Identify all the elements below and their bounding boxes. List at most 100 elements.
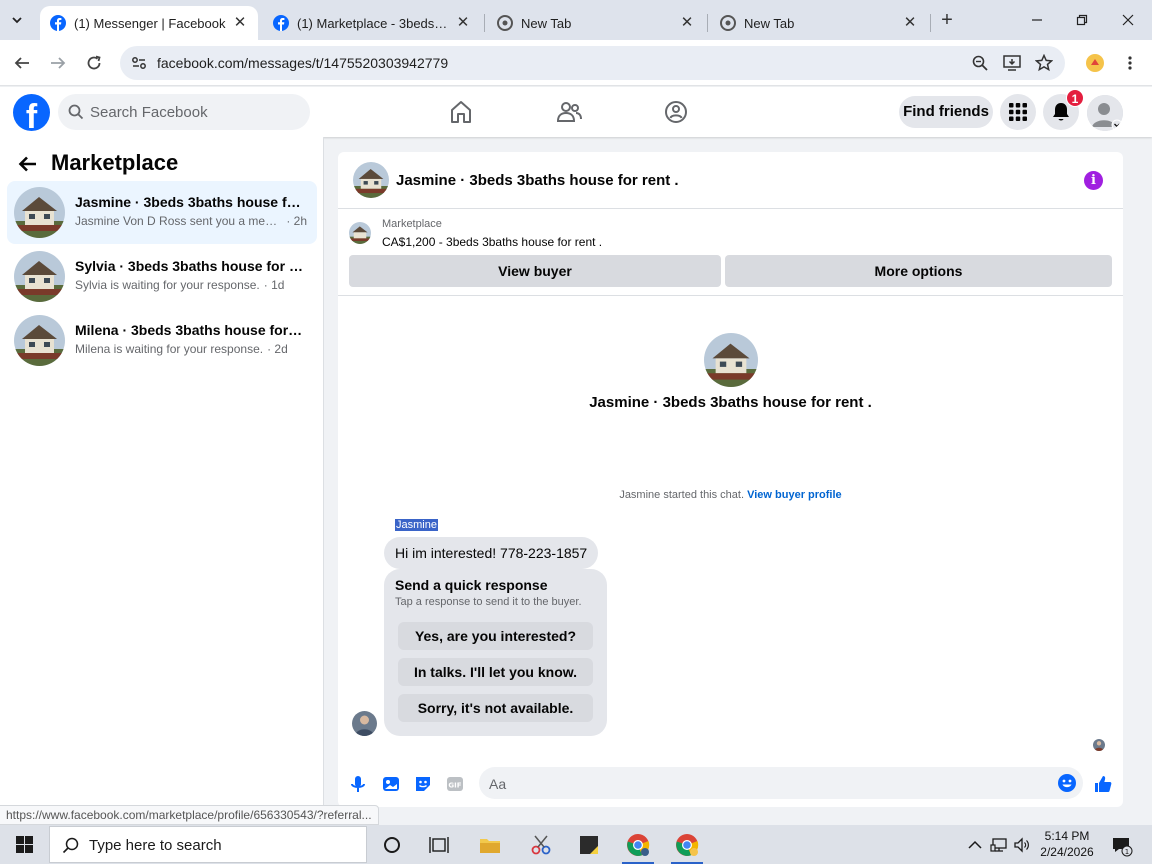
- message-input[interactable]: Aa: [479, 767, 1083, 799]
- cortana-button[interactable]: [372, 829, 412, 860]
- bookmark-star-icon[interactable]: [1034, 53, 1054, 73]
- chat-title[interactable]: Jasmine · 3beds 3baths house for rent .: [396, 172, 679, 189]
- tab-new-tab-2[interactable]: New Tab ✕: [710, 6, 928, 40]
- windows-taskbar: Type here to search 5:14 PM 2/24/2026 1: [0, 825, 1152, 864]
- zoom-icon[interactable]: [970, 53, 990, 73]
- task-view-icon: [429, 836, 449, 853]
- browser-tab-strip: (1) Messenger | Facebook ✕ (1) Marketpla…: [0, 0, 1152, 40]
- listing-thumbnail: [14, 251, 65, 302]
- conversation-name: Milena · 3beds 3baths house for rent .: [75, 322, 305, 338]
- back-arrow-icon[interactable]: [17, 153, 39, 175]
- address-bar[interactable]: facebook.com/messages/t/1475520303942779: [120, 46, 1065, 80]
- minimize-icon[interactable]: [1022, 8, 1052, 32]
- find-friends-button[interactable]: Find friends: [899, 96, 993, 128]
- close-tab-icon[interactable]: ✕: [902, 15, 918, 31]
- site-settings-icon[interactable]: [130, 54, 148, 72]
- restore-icon[interactable]: [1067, 8, 1097, 32]
- quick-response-title: Send a quick response: [395, 577, 548, 593]
- action-center-icon[interactable]: 1: [1111, 835, 1133, 857]
- reload-icon[interactable]: [82, 51, 106, 75]
- chevron-up-icon[interactable]: [966, 836, 984, 854]
- photo-icon[interactable]: [381, 774, 401, 794]
- tab-messenger[interactable]: (1) Messenger | Facebook ✕: [40, 6, 258, 40]
- friends-icon[interactable]: [556, 99, 582, 125]
- facebook-icon: [50, 15, 66, 31]
- chat-intro-title: Jasmine · 3beds 3baths house for rent .: [589, 394, 872, 411]
- chat-panel: Jasmine · 3beds 3baths house for rent . …: [338, 152, 1123, 807]
- listing-thumbnail-small[interactable]: [349, 222, 371, 244]
- facebook-logo[interactable]: f: [13, 94, 50, 131]
- chrome-profile-app-running[interactable]: [667, 829, 707, 864]
- chat-header: Jasmine · 3beds 3baths house for rent . …: [338, 152, 1123, 209]
- extension-icon[interactable]: [1083, 51, 1107, 75]
- conversation-item[interactable]: Milena · 3beds 3baths house for rent . M…: [7, 309, 317, 372]
- view-buyer-button[interactable]: View buyer: [349, 255, 721, 287]
- svg-text:1: 1: [1125, 848, 1129, 856]
- emoji-icon[interactable]: [1057, 773, 1077, 793]
- quick-reply-button[interactable]: Sorry, it's not available.: [398, 694, 593, 722]
- system-clock[interactable]: 5:14 PM 2/24/2026: [1031, 828, 1103, 860]
- thumbs-up-icon[interactable]: [1093, 774, 1113, 794]
- facebook-header: f Search Facebook Find friends 1: [0, 87, 1152, 137]
- house-photo-icon: [14, 187, 65, 238]
- tab-marketplace[interactable]: (1) Marketplace - 3beds 3baths ✕: [263, 6, 481, 40]
- marketplace-conversation-list: Marketplace Jasmine · 3beds 3baths house…: [0, 137, 324, 827]
- listing-price-title[interactable]: CA$1,200 - 3beds 3baths house for rent .: [382, 235, 602, 249]
- close-tab-icon[interactable]: ✕: [232, 15, 248, 31]
- tab-search-button[interactable]: [5, 8, 28, 31]
- view-buyer-profile-link[interactable]: View buyer profile: [747, 489, 842, 501]
- chrome-app-running[interactable]: [618, 829, 658, 864]
- preview-text: Milena is waiting for your response.: [75, 342, 264, 356]
- page-title: Marketplace: [51, 150, 179, 175]
- conversation-item[interactable]: Sylvia · 3beds 3baths house for rent . S…: [7, 245, 317, 308]
- clock-time: 5:14 PM: [1044, 829, 1090, 843]
- chrome-icon: [720, 15, 736, 31]
- network-icon[interactable]: [990, 836, 1008, 854]
- quick-reply-button[interactable]: In talks. I'll let you know.: [398, 658, 593, 686]
- conversation-item[interactable]: Jasmine · 3beds 3baths house for rent . …: [7, 181, 317, 244]
- scissors-icon: [531, 835, 551, 854]
- windows-start-button[interactable]: [0, 825, 48, 864]
- install-app-icon[interactable]: [1002, 53, 1022, 73]
- close-tab-icon[interactable]: ✕: [679, 15, 695, 31]
- gif-icon[interactable]: GIF: [445, 774, 465, 794]
- listing-thumbnail[interactable]: [353, 162, 389, 198]
- listing-avatar-large: [704, 333, 758, 387]
- new-tab-plus-icon[interactable]: +: [936, 9, 958, 31]
- preview-time: · 2h: [286, 214, 307, 228]
- sticker-icon[interactable]: [413, 774, 433, 794]
- close-tab-icon[interactable]: ✕: [455, 15, 471, 31]
- conversation-name: Sylvia · 3beds 3baths house for rent .: [75, 258, 305, 274]
- home-icon[interactable]: [448, 99, 474, 125]
- tab-title: New Tab: [521, 15, 572, 31]
- more-menu-icon[interactable]: [1118, 51, 1142, 75]
- search-icon: [62, 837, 79, 854]
- more-options-button[interactable]: More options: [725, 255, 1112, 287]
- house-photo-icon: [353, 162, 389, 198]
- microphone-icon[interactable]: [348, 774, 368, 794]
- forward-arrow-icon[interactable]: [46, 51, 70, 75]
- browser-toolbar: facebook.com/messages/t/1475520303942779: [0, 40, 1152, 86]
- back-arrow-icon[interactable]: [10, 51, 34, 75]
- quick-reply-button[interactable]: Yes, are you interested?: [398, 622, 593, 650]
- tab-title: New Tab: [744, 15, 795, 31]
- tab-new-tab-1[interactable]: New Tab ✕: [487, 6, 705, 40]
- close-window-icon[interactable]: [1113, 8, 1143, 32]
- snipping-tool-app[interactable]: [521, 829, 561, 860]
- file-explorer-app[interactable]: [470, 829, 510, 860]
- task-view-button[interactable]: [419, 829, 459, 860]
- menu-grid-button[interactable]: [1000, 94, 1036, 130]
- conversation-preview: Milena is waiting for your response. · 2d: [75, 342, 307, 356]
- profile-avatar[interactable]: [1087, 95, 1123, 131]
- volume-icon[interactable]: [1013, 836, 1031, 854]
- sticky-notes-app[interactable]: [569, 829, 609, 860]
- message-bubble[interactable]: Hi im interested! 778-223-1857: [384, 537, 599, 569]
- buyer-avatar[interactable]: [352, 711, 377, 736]
- taskbar-search-box[interactable]: Type here to search: [49, 826, 367, 863]
- facebook-search-input[interactable]: Search Facebook: [58, 94, 310, 130]
- groups-icon[interactable]: [663, 99, 689, 125]
- search-placeholder: Search Facebook: [90, 104, 208, 121]
- link-hover-url: https://www.facebook.com/marketplace/pro…: [0, 805, 379, 825]
- info-icon[interactable]: i: [1084, 171, 1103, 190]
- started-text: Jasmine started this chat.: [619, 489, 745, 501]
